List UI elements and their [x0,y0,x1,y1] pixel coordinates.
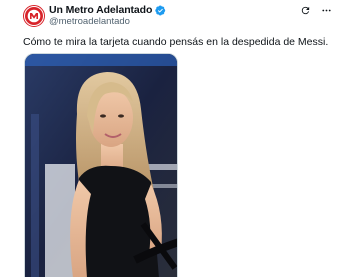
tweet-card[interactable]: Un Metro Adelantado @metroadelantado Cóm… [0,0,350,277]
display-name[interactable]: Un Metro Adelantado [49,4,152,16]
more-options-icon[interactable] [321,5,332,16]
account-avatar[interactable] [23,5,45,27]
account-handle[interactable]: @metroadelantado [49,16,330,28]
tweet-text: Cómo te mira la tarjeta cuando pensás en… [23,36,329,48]
tweet-top-actions [300,5,332,16]
refresh-icon[interactable] [300,5,311,16]
tweet-header: Un Metro Adelantado @metroadelantado [49,4,330,28]
metro-logo-icon [25,7,43,25]
verified-badge-icon [155,5,166,15]
tweet-photo[interactable] [24,53,178,277]
